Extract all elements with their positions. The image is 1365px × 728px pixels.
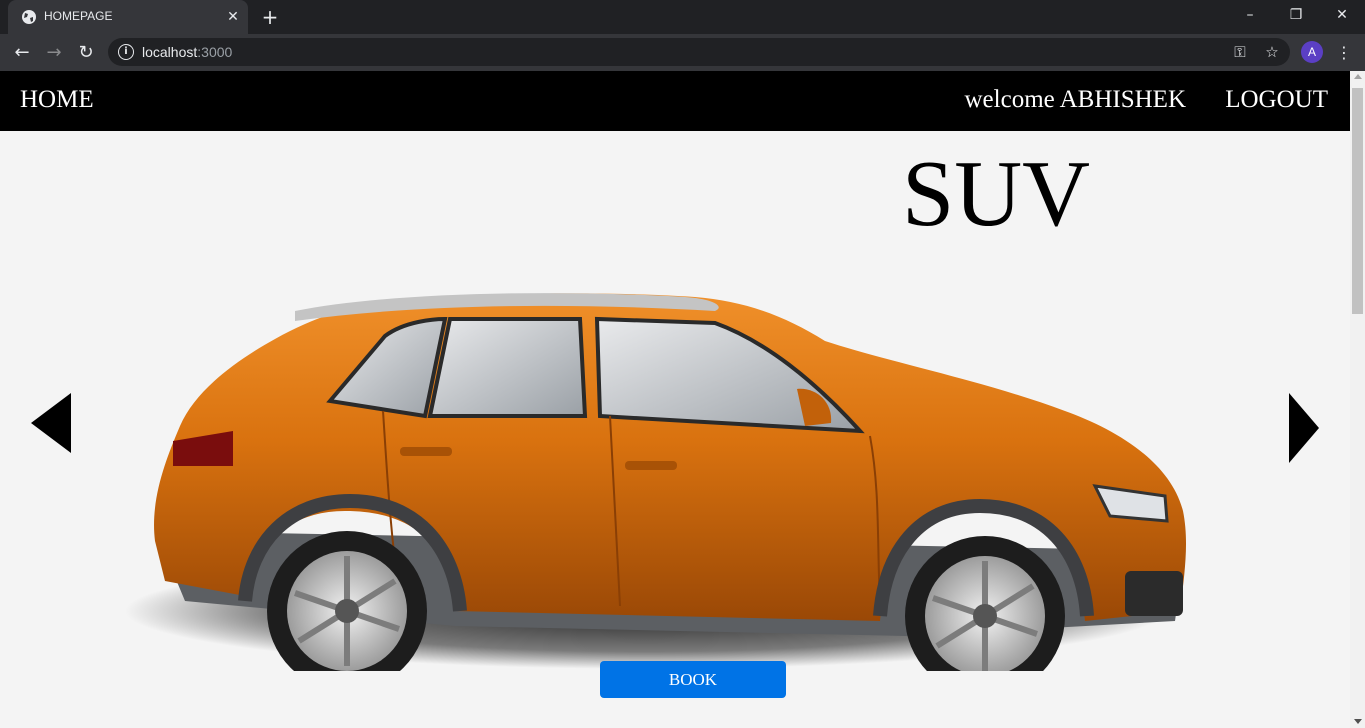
restore-icon[interactable]: ❐ bbox=[1273, 0, 1319, 30]
forward-icon[interactable]: → bbox=[40, 39, 68, 67]
page-content: HOME welcome ABHISHEK LOGOUT SUV BOOK bbox=[0, 71, 1350, 728]
back-icon[interactable]: ← bbox=[8, 39, 36, 67]
window-close-icon[interactable]: ✕ bbox=[1319, 0, 1365, 30]
tab-close-icon[interactable]: ✕ bbox=[224, 8, 242, 26]
url-text: localhost:3000 bbox=[142, 44, 233, 60]
star-icon[interactable]: ☆ bbox=[1262, 42, 1282, 62]
key-icon[interactable]: ⚿ bbox=[1230, 42, 1250, 62]
minimize-icon[interactable]: – bbox=[1227, 0, 1273, 30]
next-arrow-icon[interactable] bbox=[1289, 393, 1319, 463]
top-navbar: HOME welcome ABHISHEK LOGOUT bbox=[0, 71, 1350, 131]
globe-icon bbox=[22, 10, 36, 24]
book-button[interactable]: BOOK bbox=[600, 661, 786, 698]
browser-menu-icon[interactable]: ⋮ bbox=[1334, 39, 1354, 67]
previous-arrow-icon[interactable] bbox=[31, 393, 71, 453]
scroll-down-icon[interactable] bbox=[1354, 719, 1362, 724]
tab-title: HOMEPAGE bbox=[44, 9, 113, 23]
reload-icon[interactable]: ↻ bbox=[72, 39, 100, 67]
nav-home-link[interactable]: HOME bbox=[20, 86, 94, 114]
welcome-text: welcome ABHISHEK bbox=[964, 86, 1187, 113]
site-info-icon[interactable]: i bbox=[118, 44, 134, 60]
page-scrollbar[interactable] bbox=[1350, 71, 1365, 728]
browser-tab[interactable]: HOMEPAGE ✕ bbox=[8, 0, 248, 34]
address-bar[interactable]: i localhost:3000 ⚿ ☆ bbox=[108, 38, 1290, 66]
car-image bbox=[125, 293, 1187, 671]
nav-logout-link[interactable]: LOGOUT bbox=[1225, 86, 1328, 114]
new-tab-icon[interactable]: + bbox=[258, 5, 282, 29]
profile-avatar[interactable]: A bbox=[1301, 41, 1323, 63]
scroll-thumb[interactable] bbox=[1352, 88, 1363, 314]
browser-tabstrip: HOMEPAGE ✕ + – ❐ ✕ bbox=[0, 0, 1365, 34]
scroll-up-icon[interactable] bbox=[1354, 74, 1362, 79]
browser-toolbar: ← → ↻ i localhost:3000 ⚿ ☆ A ⋮ bbox=[0, 34, 1365, 71]
